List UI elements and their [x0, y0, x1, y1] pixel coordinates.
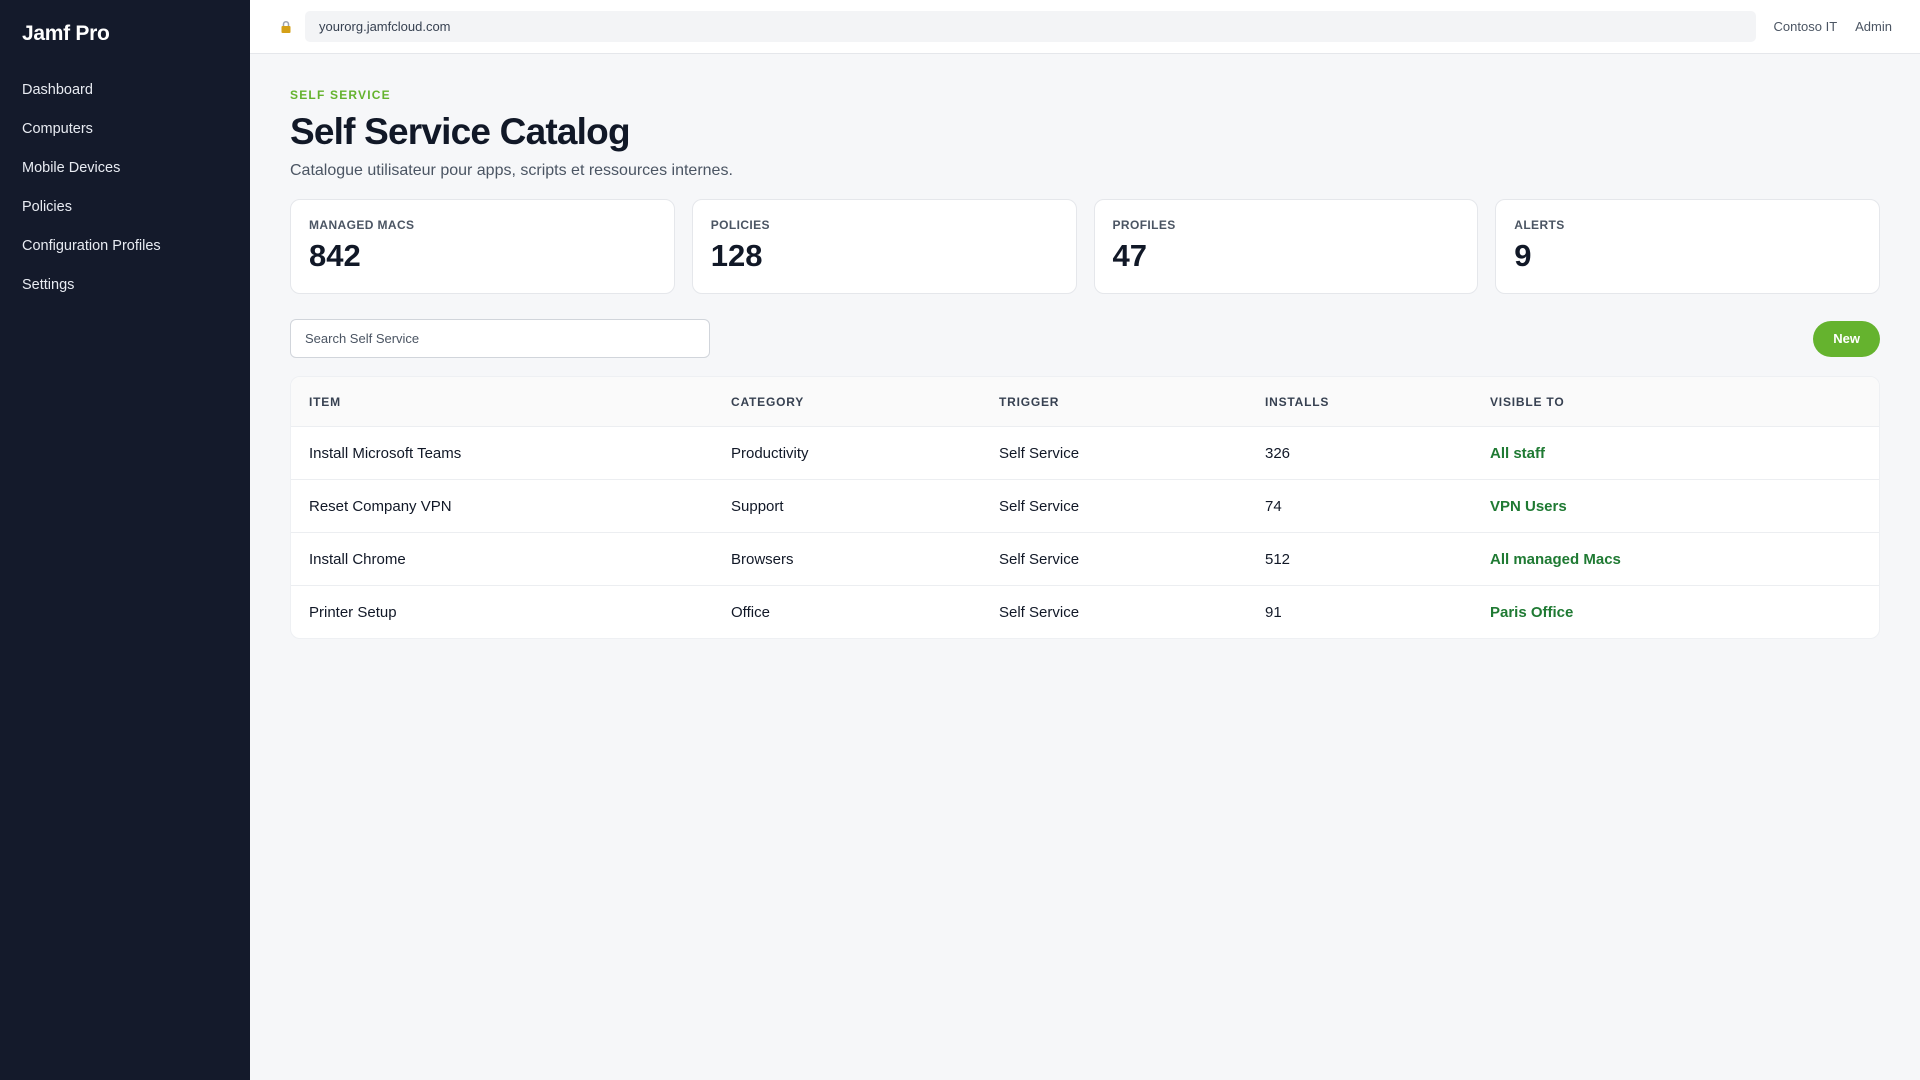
column-header-item[interactable]: ITEM	[291, 395, 731, 409]
catalog-table: ITEM CATEGORY TRIGGER INSTALLS VISIBLE T…	[290, 376, 1880, 639]
cell-item: Install Microsoft Teams	[309, 444, 462, 462]
stat-value: 128	[710, 238, 763, 273]
cell-trigger: Self Service	[999, 444, 1080, 462]
table-row[interactable]: Install Microsoft Teams Productivity Sel…	[291, 426, 1879, 479]
cell-item: Install Chrome	[309, 550, 406, 568]
cell-visible-to[interactable]: All staff	[1490, 445, 1879, 462]
content: SELF SERVICE Self Service Catalog Catalo…	[250, 54, 1920, 639]
sidebar-item-computers[interactable]: Computers	[22, 112, 228, 151]
sidebar-item-dashboard[interactable]: Dashboard	[22, 73, 228, 112]
stat-label: MANAGED MACS	[309, 218, 415, 232]
table-header: ITEM CATEGORY TRIGGER INSTALLS VISIBLE T…	[291, 377, 1879, 426]
cell-category: Browsers	[731, 550, 794, 568]
stat-value: 842	[309, 238, 361, 273]
sidebar-nav: Dashboard Computers Mobile Devices Polic…	[22, 73, 228, 307]
cell-installs: 74	[1265, 497, 1282, 515]
stats-row: MANAGED MACS 842 POLICIES 128 PROFILES 4…	[290, 199, 1880, 294]
cell-trigger: Self Service	[999, 603, 1080, 621]
cell-category: Office	[731, 603, 770, 621]
page-subtitle: Catalogue utilisateur pour apps, scripts…	[290, 162, 733, 179]
sidebar-item-configuration-profiles[interactable]: Configuration Profiles	[22, 229, 228, 268]
cell-item: Reset Company VPN	[309, 497, 452, 515]
cell-visible-to[interactable]: Paris Office	[1490, 604, 1879, 621]
cell-trigger: Self Service	[999, 497, 1080, 515]
column-header-visible-to[interactable]: VISIBLE TO	[1490, 395, 1879, 409]
cell-category: Support	[731, 497, 784, 515]
sidebar-item-policies[interactable]: Policies	[22, 190, 228, 229]
cell-installs: 326	[1265, 444, 1291, 462]
stat-label: ALERTS	[1514, 218, 1565, 232]
stat-card-managed-macs: MANAGED MACS 842	[290, 199, 675, 294]
column-header-trigger[interactable]: TRIGGER	[999, 395, 1265, 409]
table-row[interactable]: Printer Setup Office Self Service 91 Par…	[291, 585, 1879, 638]
sidebar-item-settings[interactable]: Settings	[22, 268, 228, 307]
page-title: Self Service Catalog	[290, 111, 631, 152]
cell-installs: 91	[1265, 603, 1282, 621]
new-button[interactable]: New	[1813, 320, 1880, 357]
cell-visible-to[interactable]: VPN Users	[1490, 498, 1879, 515]
cell-installs: 512	[1265, 550, 1291, 568]
stat-label: PROFILES	[1112, 218, 1176, 232]
stat-value: 9	[1514, 238, 1532, 273]
toolbar: New	[290, 319, 1880, 358]
sidebar: Jamf Pro Dashboard Computers Mobile Devi…	[0, 0, 250, 1080]
sidebar-item-mobile-devices[interactable]: Mobile Devices	[22, 151, 228, 190]
user-menu[interactable]: Admin	[1855, 19, 1892, 34]
main-area: yourorg.jamfcloud.com Contoso IT Admin S…	[250, 0, 1920, 1080]
table-row[interactable]: Reset Company VPN Support Self Service 7…	[291, 479, 1879, 532]
search-input[interactable]	[290, 319, 710, 358]
cell-visible-to[interactable]: All managed Macs	[1490, 551, 1879, 568]
url-bar[interactable]: yourorg.jamfcloud.com	[305, 11, 1756, 42]
org-name[interactable]: Contoso IT	[1774, 19, 1838, 34]
stat-card-policies: POLICIES 128	[691, 199, 1077, 294]
column-header-category[interactable]: CATEGORY	[731, 395, 999, 409]
cell-trigger: Self Service	[999, 550, 1080, 568]
brand-logo[interactable]: Jamf Pro	[22, 22, 228, 46]
stat-card-alerts: ALERTS 9	[1495, 199, 1880, 294]
cell-category: Productivity	[731, 444, 809, 462]
column-header-installs[interactable]: INSTALLS	[1265, 395, 1490, 409]
cell-item: Printer Setup	[309, 603, 397, 621]
table-row[interactable]: Install Chrome Browsers Self Service 512…	[291, 532, 1879, 585]
page-eyebrow: SELF SERVICE	[290, 88, 391, 102]
stat-card-profiles: PROFILES 47	[1093, 199, 1479, 294]
lock-icon	[279, 20, 293, 34]
stat-value: 47	[1112, 238, 1147, 273]
stat-label: POLICIES	[710, 218, 770, 232]
topbar: yourorg.jamfcloud.com Contoso IT Admin	[250, 0, 1920, 54]
